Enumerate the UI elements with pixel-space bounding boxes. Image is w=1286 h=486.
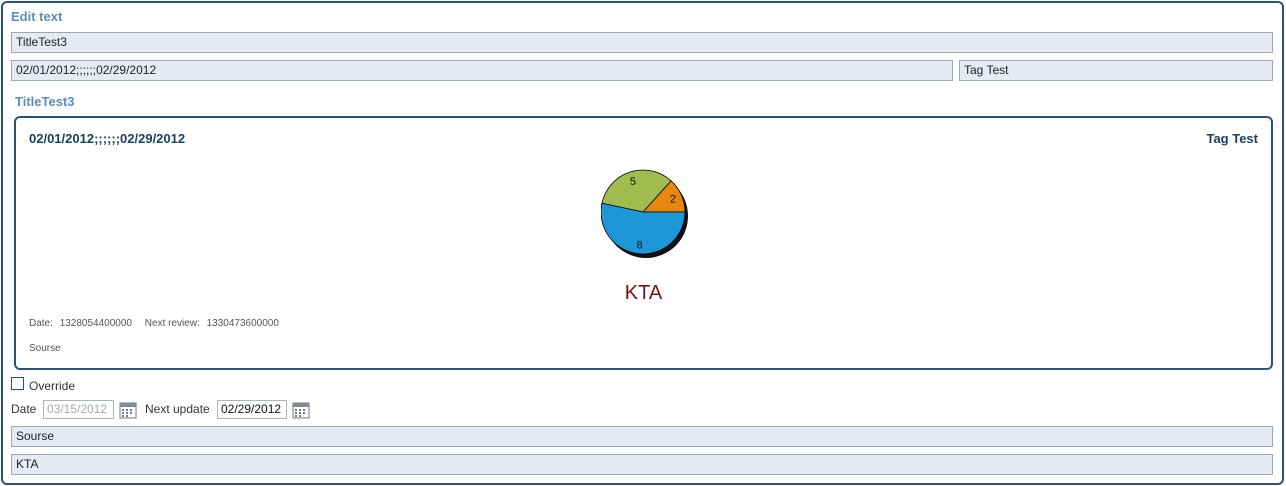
pie-label-1: 5 xyxy=(630,176,636,188)
date-label: Date xyxy=(11,402,37,416)
preview-title: TitleTest3 xyxy=(15,94,75,109)
pie-label-2: 8 xyxy=(637,240,643,252)
pie-chart: 2 5 8 xyxy=(601,169,688,258)
calendar-icon[interactable] xyxy=(292,401,310,419)
next-review-value: 1330473600000 xyxy=(206,318,279,329)
preview-card: 02/01/2012;;;;;;02/29/2012 Tag Test 258 … xyxy=(14,116,1273,370)
source-field[interactable]: Sourse xyxy=(11,426,1273,447)
date-label: Date: xyxy=(29,318,53,329)
title-field[interactable]: TitleTest3 xyxy=(11,32,1273,53)
preview-source: Sourse xyxy=(29,343,61,354)
preview-tag: Tag Test xyxy=(1206,131,1258,146)
period-field[interactable]: 02/01/2012;;;;;;02/29/2012 xyxy=(11,60,953,81)
next-review-label: Next review: xyxy=(144,318,200,329)
next-update-label: Next update xyxy=(145,402,210,416)
tag-field[interactable]: Tag Test xyxy=(959,60,1273,81)
date-input[interactable]: 03/15/2012 xyxy=(43,400,114,419)
override-checkbox[interactable] xyxy=(11,377,24,390)
next-update-input[interactable]: 02/29/2012 xyxy=(217,400,287,419)
date-value: 1328054400000 xyxy=(59,318,132,329)
edit-text-heading: Edit text xyxy=(11,9,63,24)
calendar-icon[interactable] xyxy=(119,401,137,419)
pie-label-0: 2 xyxy=(670,194,676,206)
kta-field[interactable]: KTA xyxy=(11,454,1273,475)
override-label: Override xyxy=(29,379,76,393)
preview-period: 02/01/2012;;;;;;02/29/2012 xyxy=(29,131,186,146)
chart-title: KTA xyxy=(624,282,663,304)
preview-dates: Date: 1328054400000 Next review: 1330473… xyxy=(29,318,283,329)
